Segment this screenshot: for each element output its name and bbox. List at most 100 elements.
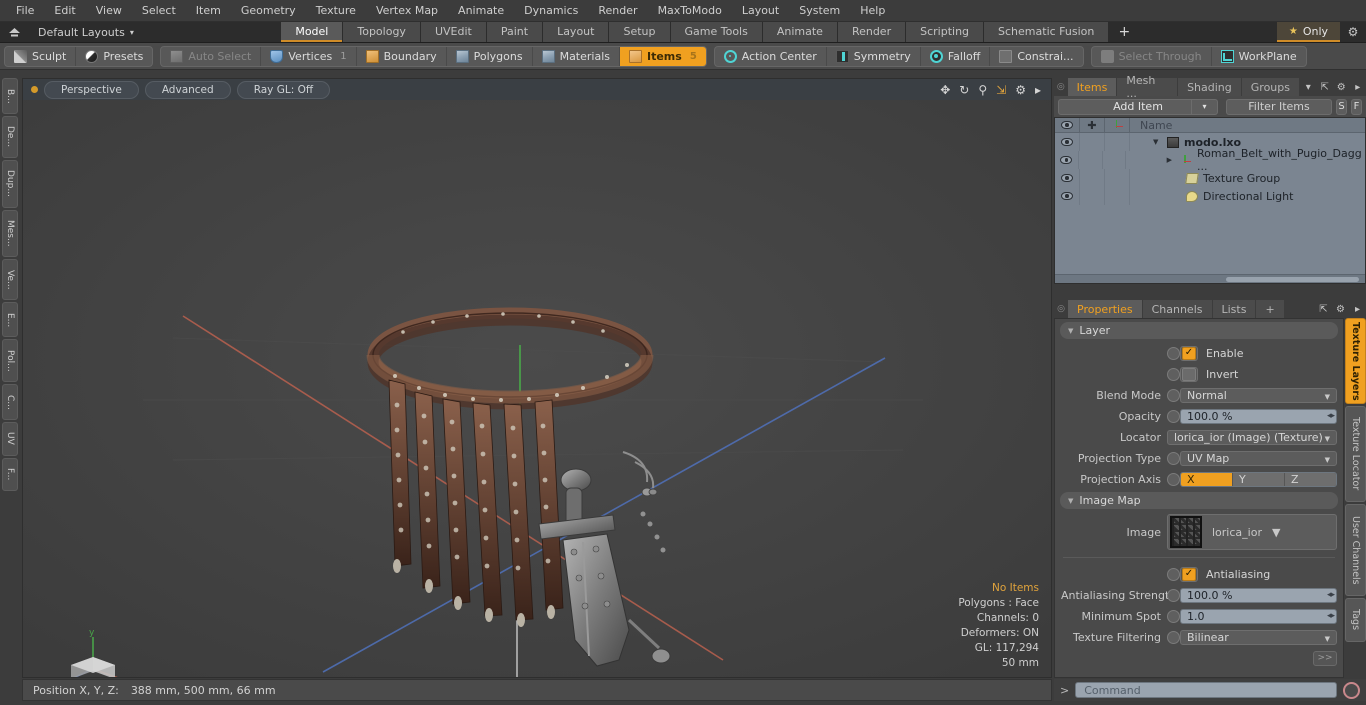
only-toggle-button[interactable]: ★ Only xyxy=(1276,22,1341,42)
tab-properties[interactable]: Properties xyxy=(1068,300,1143,318)
panel-menu-icon[interactable]: ◎ xyxy=(1054,78,1068,96)
viewport-shading-button[interactable]: Advanced xyxy=(144,80,231,99)
section-layer[interactable]: ▼ Layer xyxy=(1060,322,1338,339)
table-row[interactable]: ▶ Roman_Belt_with_Pugio_Dagg ... xyxy=(1055,147,1365,173)
spinner-icon[interactable]: ◂▸ xyxy=(1327,411,1335,421)
layout-tab-setup[interactable]: Setup xyxy=(609,22,670,42)
menu-item-edit[interactable]: Edit xyxy=(44,1,85,20)
expand-icon[interactable]: ⇱ xyxy=(1315,300,1332,318)
chevron-down-icon[interactable]: ▾ xyxy=(1191,98,1217,115)
materials-button[interactable]: Materials xyxy=(533,46,620,66)
layout-tab-schematic-fusion[interactable]: Schematic Fusion xyxy=(984,22,1109,42)
side-tab-tags[interactable]: Tags xyxy=(1345,598,1366,642)
polygons-button[interactable]: Polygons xyxy=(447,46,533,66)
table-row[interactable]: Directional Light xyxy=(1055,187,1365,205)
left-tab-basic[interactable]: B... xyxy=(2,78,18,114)
layout-tab-model[interactable]: Model xyxy=(281,22,343,42)
channel-knob-icon[interactable] xyxy=(1167,451,1180,465)
channel-knob-icon[interactable] xyxy=(1167,630,1180,644)
chevron-right-icon[interactable]: ▶ xyxy=(1167,156,1175,164)
side-tab-texture-locator[interactable]: Texture Locator xyxy=(1345,406,1366,502)
item-row-texture-group[interactable]: Texture Group xyxy=(1130,169,1365,187)
fit-icon[interactable]: ⇲ xyxy=(996,83,1006,97)
item-row-directional-light[interactable]: Directional Light xyxy=(1130,187,1365,205)
menu-item-layout[interactable]: Layout xyxy=(732,1,789,20)
channel-knob-icon[interactable] xyxy=(1167,388,1180,402)
left-tab-deform[interactable]: De... xyxy=(2,115,18,158)
panel-menu-icon[interactable]: ◎ xyxy=(1054,300,1068,318)
chevron-right-icon[interactable]: ▸ xyxy=(1350,78,1366,96)
row-lock-toggle[interactable] xyxy=(1080,169,1105,187)
section-image-map[interactable]: ▼ Image Map xyxy=(1060,492,1338,509)
layout-tab-layout[interactable]: Layout xyxy=(543,22,609,42)
side-tab-texture-layers[interactable]: Texture Layers xyxy=(1345,318,1366,404)
play-icon[interactable]: ▸ xyxy=(1035,83,1041,97)
add-layout-tab-button[interactable]: + xyxy=(1109,22,1140,42)
falloff-button[interactable]: Falloff xyxy=(921,46,991,66)
chevron-down-icon[interactable]: ▼ xyxy=(1153,138,1162,146)
column-lock-icon[interactable]: ✚ xyxy=(1080,118,1105,132)
left-tab-fusion[interactable]: F... xyxy=(2,457,18,492)
row-transform-toggle[interactable] xyxy=(1105,169,1130,187)
menu-item-animate[interactable]: Animate xyxy=(448,1,514,20)
item-list[interactable]: ✚ Name ▼ modo.lxo ▶ Roman_Belt_with_Pugi… xyxy=(1054,117,1366,284)
image-dropdown[interactable]: lorica_ior ▼ xyxy=(1167,514,1337,550)
antialiasing-checkbox[interactable]: ✓ xyxy=(1180,566,1198,582)
viewport-raygl-button[interactable]: Ray GL: Off xyxy=(236,80,331,99)
row-visibility-toggle[interactable] xyxy=(1055,151,1079,169)
channel-knob-icon[interactable] xyxy=(1167,409,1180,423)
row-visibility-toggle[interactable] xyxy=(1055,133,1080,151)
menu-item-system[interactable]: System xyxy=(789,1,850,20)
tab-groups[interactable]: Groups xyxy=(1241,78,1300,96)
items-button[interactable]: Items 5 xyxy=(620,46,706,66)
blend-mode-dropdown[interactable]: Normal ▼ xyxy=(1180,387,1337,403)
zoom-icon[interactable]: ⚲ xyxy=(978,83,987,97)
row-lock-toggle[interactable] xyxy=(1080,133,1105,151)
tab-channels[interactable]: Channels xyxy=(1142,300,1213,318)
menu-item-vertex-map[interactable]: Vertex Map xyxy=(366,1,448,20)
menu-item-view[interactable]: View xyxy=(86,1,132,20)
row-transform-toggle[interactable] xyxy=(1105,187,1130,205)
texture-filtering-dropdown[interactable]: Bilinear ▼ xyxy=(1180,629,1337,645)
chevron-down-icon[interactable]: ▼ xyxy=(1068,497,1073,505)
side-tab-user-channels[interactable]: User Channels xyxy=(1345,504,1366,596)
layout-tab-game-tools[interactable]: Game Tools xyxy=(670,22,762,42)
gear-icon[interactable]: ⚙ xyxy=(1340,22,1366,42)
minimum-spot-input[interactable]: 1.0 ◂▸ xyxy=(1180,608,1337,624)
channel-knob-icon[interactable] xyxy=(1167,567,1180,581)
vertices-button[interactable]: Vertices 1 xyxy=(261,46,357,66)
menu-item-select[interactable]: Select xyxy=(132,1,186,20)
add-item-button[interactable]: Add Item ▾ xyxy=(1058,98,1218,115)
spinner-icon[interactable]: ◂▸ xyxy=(1327,611,1335,621)
sculpt-button[interactable]: Sculpt xyxy=(5,46,77,66)
axis-option-x[interactable]: X xyxy=(1181,472,1233,486)
menu-item-help[interactable]: Help xyxy=(850,1,895,20)
command-input[interactable]: Command xyxy=(1075,682,1337,698)
left-tab-uv[interactable]: UV xyxy=(2,421,18,456)
left-tab-curve[interactable]: C... xyxy=(2,384,18,420)
left-tab-vertex[interactable]: Ve... xyxy=(2,259,18,300)
layout-tab-render[interactable]: Render xyxy=(837,22,906,42)
symmetry-button[interactable]: Symmetry xyxy=(827,46,921,66)
table-row[interactable]: Texture Group xyxy=(1055,169,1365,187)
record-icon[interactable] xyxy=(1343,681,1360,699)
layout-tab-uvedit[interactable]: UVEdit xyxy=(420,22,486,42)
viewport-canvas[interactable]: y No Items Polygons : Face Channels: 0 D… xyxy=(23,100,1051,677)
projection-type-dropdown[interactable]: UV Map ▼ xyxy=(1180,450,1337,466)
axis-option-y[interactable]: Y xyxy=(1233,472,1285,486)
scrollbar-thumb[interactable] xyxy=(1225,277,1359,282)
filter-s-button[interactable]: S xyxy=(1336,98,1347,115)
row-lock-toggle[interactable] xyxy=(1079,151,1103,169)
filter-items-input[interactable]: Filter Items xyxy=(1226,98,1332,115)
left-tab-duplicate[interactable]: Dup... xyxy=(2,159,18,208)
menu-item-item[interactable]: Item xyxy=(186,1,231,20)
viewport-3d[interactable]: Perspective Advanced Ray GL: Off ✥ ↻ ⚲ ⇲… xyxy=(22,78,1052,678)
item-list-scrollbar[interactable] xyxy=(1055,274,1365,283)
menu-item-render[interactable]: Render xyxy=(588,1,647,20)
chevron-down-icon[interactable]: ▾ xyxy=(1300,78,1317,96)
move-icon[interactable]: ✥ xyxy=(940,83,950,97)
gear-icon[interactable]: ⚙ xyxy=(1332,300,1349,318)
row-visibility-toggle[interactable] xyxy=(1055,187,1080,205)
locator-dropdown[interactable]: lorica_ior (Image) (Texture) ▼ xyxy=(1167,429,1337,445)
constraint-button[interactable]: Constrai... xyxy=(990,47,1082,66)
